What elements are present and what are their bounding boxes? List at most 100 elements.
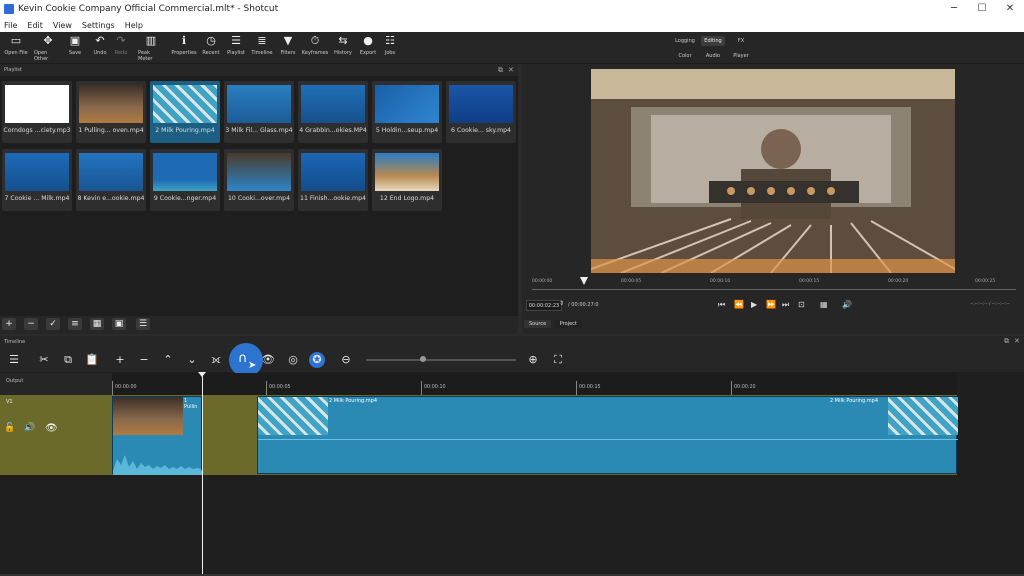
play-icon[interactable]: ▶	[751, 300, 757, 309]
timeline-icon: ≣	[257, 34, 267, 47]
hide-icon[interactable]: 👁	[45, 423, 58, 434]
save-button[interactable]: ▣ Save	[66, 34, 84, 64]
filters-icon: ▼	[283, 34, 293, 47]
tab-source[interactable]: Source	[524, 320, 552, 328]
grid-icon[interactable]: ▦	[820, 300, 828, 309]
playlist-item[interactable]: 4 Grabbin...okies.MP4	[298, 81, 368, 143]
export-button[interactable]: ● Export	[358, 34, 378, 64]
layout-color[interactable]: Color	[673, 51, 697, 61]
close-panel-icon[interactable]: ✕	[508, 66, 514, 74]
mute-icon[interactable]: 🔊	[24, 423, 35, 433]
split-icon[interactable]: ⟗	[208, 352, 224, 368]
playlist-item[interactable]: 2 Milk Pouring.mp4	[150, 81, 220, 143]
playlist-item[interactable]: 1 Pulling... oven.mp4	[76, 81, 146, 143]
playlist-item[interactable]: 7 Cookie ... Milk.mp4	[2, 149, 72, 211]
snap-button[interactable]: ∩ ➤	[229, 343, 263, 377]
undo-icon: ↶	[95, 34, 105, 47]
volume-icon[interactable]: 🔊	[842, 300, 852, 309]
properties-button[interactable]: ℹ Properties	[171, 34, 197, 64]
jobs-button[interactable]: ☷ Jobs	[381, 34, 399, 64]
zoom-in-icon[interactable]: ⊕	[525, 352, 541, 368]
maximize-icon[interactable]: ☐	[968, 0, 996, 18]
details-view-icon[interactable]: ≡	[68, 318, 82, 330]
layout-fx[interactable]: FX	[729, 36, 753, 46]
close-icon[interactable]: ✕	[996, 0, 1024, 18]
thumbnail	[5, 153, 69, 191]
layout-editing[interactable]: Editing	[701, 36, 725, 46]
tiles-view-icon[interactable]: ▦	[90, 318, 104, 330]
copy-icon[interactable]: ⧉	[60, 352, 76, 368]
lift-icon[interactable]: ⌃	[160, 352, 176, 368]
ripple-all-icon[interactable]: ✪	[309, 352, 325, 368]
playlist-item[interactable]: 5 Holdin...seup.mp4	[372, 81, 442, 143]
clip-1-pulling[interactable]: 1 Pullin	[112, 396, 203, 475]
menu-settings[interactable]: Settings	[82, 21, 115, 30]
cut-icon[interactable]: ✂	[36, 352, 52, 368]
snap-magnet-icon: ∩	[238, 351, 248, 366]
overwrite-icon[interactable]: ⌄	[184, 352, 200, 368]
recent-button[interactable]: ◷ Recent	[201, 34, 221, 64]
peak-meter-button[interactable]: ▥ Peak Meter	[138, 34, 164, 64]
layout-player[interactable]: Player	[729, 51, 753, 61]
remove-icon[interactable]: −	[24, 318, 38, 330]
playlist-item[interactable]: 3 Milk Fil... Glass.mp4	[224, 81, 294, 143]
ripple-delete-icon[interactable]: −	[136, 352, 152, 368]
close-timeline-icon[interactable]: ✕	[1014, 337, 1020, 345]
playlist-item[interactable]: 10 Cooki...over.mp4	[224, 149, 294, 211]
skip-next-icon[interactable]: ⏭	[782, 300, 789, 310]
viewer-ruler[interactable]: 00:00:00 00:00:05 00:00:10 00:00:15 00:0…	[532, 277, 1016, 295]
lock-icon[interactable]: 🔓	[4, 423, 15, 433]
viewer-playhead-icon[interactable]	[580, 277, 588, 285]
filters-button[interactable]: ▼ Filters	[278, 34, 298, 64]
timeline-button[interactable]: ≣ Timeline	[250, 34, 274, 64]
append-icon[interactable]: +	[112, 352, 128, 368]
fast-forward-icon[interactable]: ⏩	[766, 300, 776, 309]
playlist-item[interactable]: Corndogs ...ciety.mp3	[2, 81, 72, 143]
clip-2-milk-pouring[interactable]: 2 Milk Pouring.mp4 2 Milk Pouring.mp4	[257, 396, 958, 474]
playlist-menu-icon[interactable]: ☰	[136, 318, 150, 330]
menu-edit[interactable]: Edit	[27, 21, 43, 30]
zoom-out-icon[interactable]: ⊖	[338, 352, 354, 368]
open-file-button[interactable]: ▭ Open File	[4, 34, 28, 64]
layout-logging[interactable]: Logging	[673, 36, 697, 46]
thumbnail	[5, 85, 69, 123]
tab-project[interactable]: Project	[554, 320, 582, 328]
open-other-button[interactable]: ✥ Open Other	[34, 34, 62, 64]
ripple-icon[interactable]: ◎	[285, 352, 301, 368]
zoom-slider[interactable]	[366, 359, 516, 361]
playlist-button[interactable]: ☰ Playlist	[226, 34, 246, 64]
history-button[interactable]: ⇆ History	[333, 34, 353, 64]
add-icon[interactable]: +	[2, 318, 16, 330]
playlist-item[interactable]: 6 Cookie... sky.mp4	[446, 81, 516, 143]
menu-help[interactable]: Help	[125, 21, 143, 30]
minimize-icon[interactable]: ─	[940, 0, 968, 18]
rewind-icon[interactable]: ⏪	[734, 300, 744, 309]
redo-button[interactable]: ↷ Redo	[112, 34, 130, 64]
keyframes-button[interactable]: ⏱ Keyframes	[302, 34, 329, 64]
zoom-fit-icon[interactable]: ⊡	[798, 300, 805, 309]
menu-file[interactable]: File	[4, 21, 17, 30]
update-icon[interactable]: ✓	[46, 318, 60, 330]
skip-previous-icon[interactable]: ⏮	[718, 300, 725, 310]
v1-track-header[interactable]: V1 🔓 🔊 👁	[0, 395, 112, 475]
float-panel-icon[interactable]: ⧉	[498, 66, 503, 75]
playlist-item[interactable]: 12 End Logo.mp4	[372, 149, 442, 211]
playhead-marker-icon[interactable]	[198, 372, 206, 377]
playlist-item[interactable]: 11 Finish...ookie.mp4	[298, 149, 368, 211]
playlist-item[interactable]: 9 Cookie...nger.mp4	[150, 149, 220, 211]
icons-view-icon[interactable]: ▣	[112, 318, 126, 330]
zoom-fit-timeline-icon[interactable]: ⛶	[550, 352, 566, 368]
undo-button[interactable]: ↶ Undo	[91, 34, 109, 64]
timeline-menu-icon[interactable]: ☰	[6, 352, 22, 368]
menu-view[interactable]: View	[53, 21, 72, 30]
timeline-ruler[interactable]: 00:00:00 00:00:05 00:00:10 00:00:15 00:0…	[112, 373, 957, 395]
paste-icon[interactable]: 📋	[84, 352, 100, 368]
layout-audio[interactable]: Audio	[701, 51, 725, 61]
clip-thumbnail-end	[888, 397, 958, 435]
float-timeline-icon[interactable]: ⧉	[1004, 337, 1009, 346]
playlist-item[interactable]: 8 Kevin e...ookie.mp4	[76, 149, 146, 211]
thumbnail	[301, 153, 365, 191]
timeline-playhead[interactable]	[202, 373, 203, 576]
video-preview[interactable]	[591, 69, 955, 273]
zoom-slider-handle[interactable]	[420, 356, 426, 362]
